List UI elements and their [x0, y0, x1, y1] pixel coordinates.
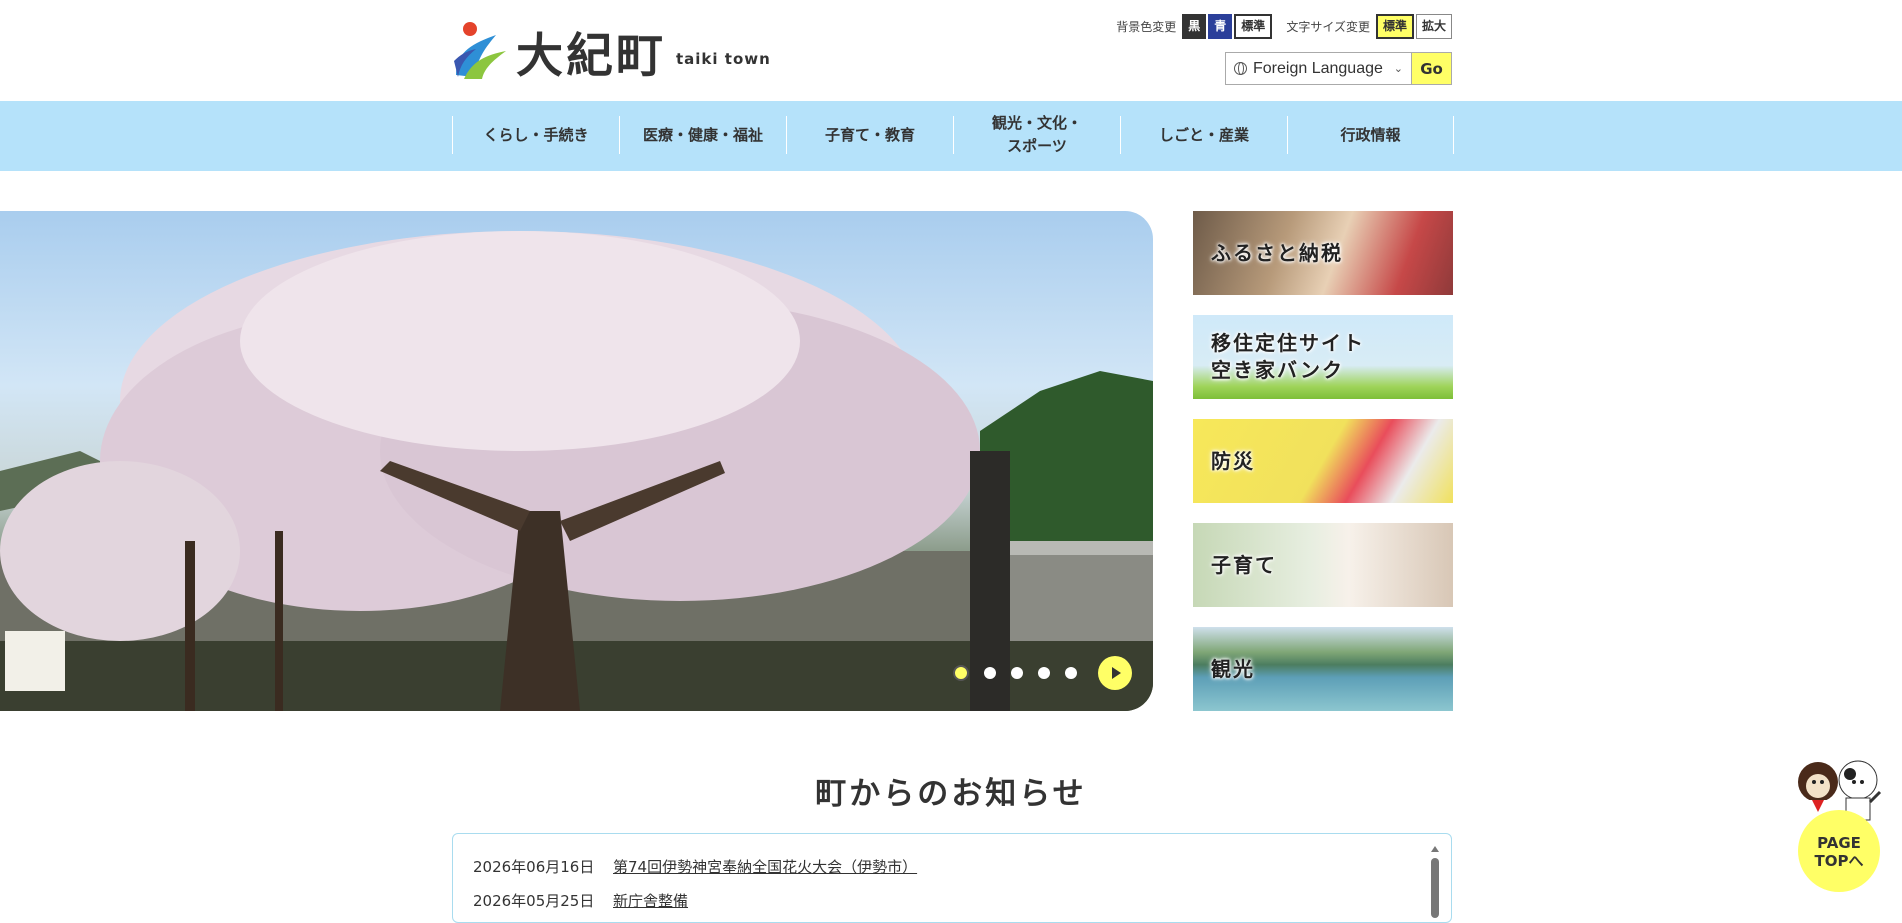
banner-childcare[interactable]: 子育て [1193, 523, 1453, 607]
globe-icon [1234, 62, 1247, 75]
hero-slider[interactable] [0, 211, 1153, 711]
font-standard-button[interactable]: 標準 [1375, 14, 1414, 39]
page-top-label: PAGE TOPへ [1798, 834, 1880, 870]
banner-label: ふるさと納税 [1211, 240, 1343, 265]
scroll-up-icon[interactable] [1431, 846, 1439, 852]
banner-relocation[interactable]: 移住定住サイト 空き家バンク [1193, 315, 1453, 399]
news-list: 2026年06月16日 第74回伊勢神宮奉納全国花火大会（伊勢市） 2026年0… [452, 833, 1452, 923]
scroll-thumb[interactable] [1431, 858, 1439, 918]
list-item: 2026年06月16日 第74回伊勢神宮奉納全国花火大会（伊勢市） [473, 856, 917, 877]
nav-item-label: しごと・産業 [1158, 125, 1249, 144]
font-size-label: 文字サイズ変更 [1286, 20, 1370, 34]
language-selector: Foreign Language ⌄ Go [1225, 52, 1452, 85]
accessibility-toolbar: 背景色変更 黒 青 標準 文字サイズ変更 標準 拡大 [1116, 14, 1452, 39]
banner-label: 防災 [1211, 448, 1255, 473]
nav-item-medical[interactable]: 医療・健康・福祉 [619, 116, 786, 154]
logo-text-jp: 大紀町 [516, 28, 666, 84]
language-go-button[interactable]: Go [1411, 52, 1452, 85]
banner-label: 子育て [1211, 552, 1277, 577]
nav-item-label: 医療・健康・福祉 [642, 125, 763, 144]
page-top-line2: TOPへ [1814, 852, 1864, 870]
news-date: 2026年06月16日 [473, 858, 595, 876]
bg-color-label: 背景色変更 [1116, 20, 1177, 34]
banner-disaster-prevention[interactable]: 防災 [1193, 419, 1453, 503]
slide-dot-1[interactable] [953, 665, 969, 681]
news-section-title: 町からのお知らせ [815, 776, 1087, 812]
slide-dot-2[interactable] [984, 667, 996, 679]
nav-item-education[interactable]: 子育て・教育 [786, 116, 953, 154]
nav-item-government[interactable]: 行政情報 [1287, 116, 1454, 154]
nav-item-label: 観光・文化・ スポーツ [991, 114, 1082, 155]
language-select[interactable]: Foreign Language ⌄ [1225, 52, 1411, 85]
hero-image [0, 231, 1153, 711]
page-top-button[interactable]: PAGE TOPへ [1788, 752, 1888, 892]
chevron-down-icon: ⌄ [1393, 63, 1403, 75]
slide-dot-3[interactable] [1011, 667, 1023, 679]
site-logo[interactable]: 大紀町 taiki town [452, 20, 771, 84]
town-emblem-icon [452, 21, 508, 81]
logo-text-en: taiki town [676, 50, 771, 68]
slide-dot-5[interactable] [1065, 667, 1077, 679]
nav-item-label: くらし・手続き [483, 125, 589, 144]
banner-tourism[interactable]: 観光 [1193, 627, 1453, 711]
bg-blue-button[interactable]: 青 [1208, 14, 1233, 39]
nav-item-work[interactable]: しごと・産業 [1120, 116, 1287, 154]
news-link[interactable]: 第74回伊勢神宮奉納全国花火大会（伊勢市） [613, 856, 917, 877]
global-nav: くらし・手続き 医療・健康・福祉 子育て・教育 観光・文化・ スポーツ しごと・… [0, 101, 1902, 171]
nav-item-living[interactable]: くらし・手続き [452, 116, 619, 154]
nav-item-label: 子育て・教育 [824, 125, 915, 144]
nav-item-label: 行政情報 [1340, 125, 1401, 144]
news-scrollbar[interactable] [1431, 846, 1439, 918]
page-top-line1: PAGE [1817, 834, 1861, 852]
nav-item-tourism[interactable]: 観光・文化・ スポーツ [953, 114, 1120, 155]
slide-dot-4[interactable] [1038, 667, 1050, 679]
slider-controls [953, 656, 1132, 690]
banner-label: 観光 [1211, 656, 1255, 681]
banner-list: ふるさと納税 移住定住サイト 空き家バンク 防災 子育て 観光 [1193, 211, 1453, 731]
banner-furusato-tax[interactable]: ふるさと納税 [1193, 211, 1453, 295]
language-select-label: Foreign Language [1253, 59, 1383, 77]
banner-label: 移住定住サイト 空き家バンク [1211, 331, 1365, 382]
bg-black-button[interactable]: 黒 [1182, 14, 1207, 39]
bg-standard-button[interactable]: 標準 [1234, 14, 1273, 39]
play-icon[interactable] [1098, 656, 1132, 690]
font-large-button[interactable]: 拡大 [1415, 14, 1452, 39]
